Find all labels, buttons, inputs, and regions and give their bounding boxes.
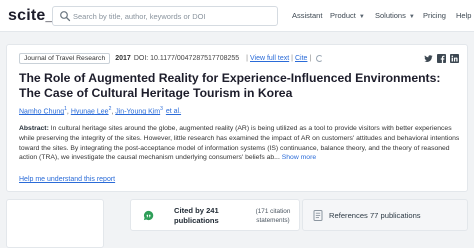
divider: |	[291, 54, 293, 62]
search-input[interactable]	[73, 7, 273, 25]
author-link[interactable]: Hyunae Lee	[71, 108, 109, 115]
references-tab[interactable]: References 77 publications	[302, 199, 468, 231]
side-panel	[6, 199, 104, 248]
article-title: The Role of Augmented Reality for Experi…	[19, 71, 441, 100]
loading-spinner-icon	[316, 54, 324, 62]
show-more-link[interactable]: Show more	[282, 154, 316, 161]
article-card: Journal of Travel Research 2017 DOI: 10.…	[6, 44, 468, 192]
document-icon	[313, 210, 323, 221]
linkedin-icon[interactable]	[450, 54, 459, 63]
journal-badge[interactable]: Journal of Travel Research	[19, 52, 111, 64]
divider: |	[309, 54, 312, 62]
chevron-down-icon: ▼	[408, 14, 415, 20]
top-navigation-bar: scite_ Assistant Product▼ Solutions▼ Pri…	[0, 0, 474, 32]
doi-text: DOI: 10.1177/0047287517708255	[133, 54, 240, 62]
et-al-link[interactable]: et al.	[166, 108, 181, 115]
author-link[interactable]: Jin-Young Kim	[115, 108, 160, 115]
nav-assistant[interactable]: Assistant	[292, 11, 322, 20]
author-link[interactable]: Namho Chung	[19, 108, 64, 115]
cite-link[interactable]: Cite	[295, 55, 307, 62]
twitter-icon[interactable]	[424, 54, 433, 63]
nav-pricing[interactable]: Pricing	[423, 11, 446, 20]
abstract-text: In cultural heritage sites around the gl…	[19, 125, 460, 162]
cited-by-tab[interactable]: Cited by 241 publications (171 citation …	[130, 199, 300, 231]
author-list: Namho Chung1, Hyunae Lee2, Jin-Young Kim…	[19, 106, 182, 116]
facebook-icon[interactable]	[437, 54, 446, 63]
article-meta: Journal of Travel Research 2017 DOI: 10.…	[19, 51, 324, 65]
author-affiliation-number: 3	[160, 106, 163, 112]
nav-product[interactable]: Product ▼	[330, 11, 365, 20]
publication-year: 2017	[115, 54, 131, 62]
citation-statements-count: (171 citation statements)	[255, 208, 291, 224]
search-icon	[60, 11, 71, 22]
chevron-down-icon: ▼	[358, 14, 365, 20]
quote-bubble-icon	[143, 210, 154, 221]
help-understand-report-link[interactable]: Help me understand this report	[19, 176, 115, 183]
nav-solutions[interactable]: Solutions ▼	[375, 11, 415, 20]
search-box[interactable]	[52, 6, 278, 26]
abstract-label: Abstract:	[19, 125, 49, 132]
nav-help[interactable]: Help	[456, 11, 471, 20]
divider: |	[246, 54, 248, 62]
abstract: Abstract: In cultural heritage sites aro…	[19, 124, 461, 163]
cited-by-count: Cited by 241 publications	[174, 206, 219, 225]
references-count: References 77 publications	[329, 211, 421, 220]
scite-logo[interactable]: scite_	[8, 7, 55, 25]
view-full-text-link[interactable]: View full text	[250, 55, 289, 62]
